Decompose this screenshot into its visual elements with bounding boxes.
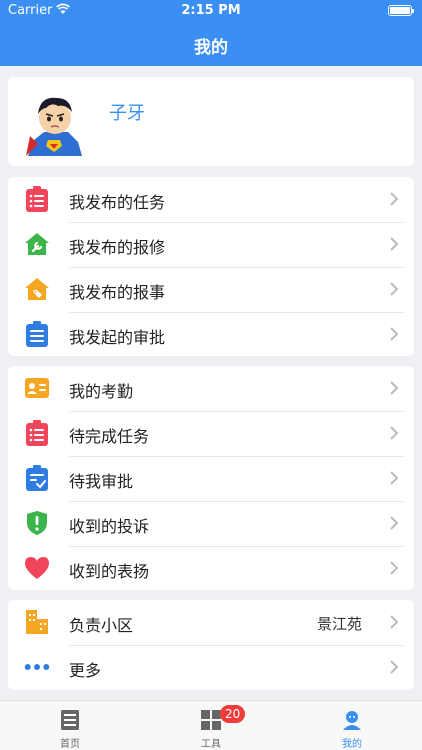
menu-item-my-reports[interactable]: 我发布的报事 bbox=[8, 267, 414, 312]
community-value: 景江苑 bbox=[316, 615, 362, 633]
grid-icon bbox=[201, 710, 221, 730]
user-icon bbox=[343, 711, 361, 730]
building-icon bbox=[24, 609, 50, 635]
tab-tools[interactable]: 20 工具 bbox=[141, 701, 281, 750]
chevron-right-icon bbox=[390, 282, 399, 296]
tab-home[interactable]: 首页 bbox=[0, 701, 140, 750]
id-card-icon bbox=[24, 375, 50, 401]
avatar bbox=[26, 97, 82, 156]
tab-label: 工具 bbox=[201, 739, 221, 750]
menu-item-label: 收到的投诉 bbox=[69, 517, 150, 536]
document-icon bbox=[61, 710, 79, 730]
clock: 2:15 PM bbox=[181, 3, 241, 18]
menu-item-label: 我的考勤 bbox=[69, 382, 134, 401]
menu-item-label: 待完成任务 bbox=[69, 427, 150, 446]
chevron-right-icon bbox=[390, 237, 399, 251]
chevron-right-icon bbox=[390, 615, 399, 629]
page-title: 我的 bbox=[194, 38, 228, 58]
my-work-menu: 我的考勤 待完成任务 待我审批 收到的投诉 收到的表扬 bbox=[8, 366, 414, 590]
my-published-menu: 我发布的任务 我发布的报修 我发布的报事 我发起的审批 bbox=[8, 177, 414, 356]
chevron-right-icon bbox=[390, 192, 399, 206]
more-dots-icon bbox=[24, 654, 50, 680]
chevron-right-icon bbox=[390, 381, 399, 395]
menu-item-label: 我发布的任务 bbox=[69, 193, 166, 212]
navigation-bar: Carrier 2:15 PM 我的 bbox=[0, 0, 422, 66]
chevron-right-icon bbox=[390, 660, 399, 674]
menu-item-label: 我发布的报事 bbox=[69, 283, 166, 302]
menu-item-label: 更多 bbox=[69, 661, 102, 680]
menu-item-complaints[interactable]: 收到的投诉 bbox=[8, 501, 414, 546]
menu-item-more[interactable]: 更多 bbox=[8, 645, 414, 690]
community-menu: 负责小区 景江苑 更多 bbox=[8, 600, 414, 690]
home-tag-icon bbox=[24, 276, 50, 302]
menu-item-attendance[interactable]: 我的考勤 bbox=[8, 366, 414, 411]
clipboard-check-icon bbox=[24, 465, 50, 491]
battery-icon bbox=[388, 5, 414, 16]
notification-badge: 20 bbox=[220, 705, 246, 723]
menu-item-label: 我发布的报修 bbox=[69, 238, 166, 257]
menu-item-pending-tasks[interactable]: 待完成任务 bbox=[8, 411, 414, 456]
menu-item-label: 负责小区 bbox=[69, 616, 134, 635]
menu-item-community[interactable]: 负责小区 景江苑 bbox=[8, 600, 414, 645]
tab-mine[interactable]: 我的 bbox=[282, 701, 422, 750]
tab-label: 首页 bbox=[60, 739, 80, 750]
menu-item-label: 收到的表扬 bbox=[69, 562, 150, 581]
menu-item-pending-approvals[interactable]: 待我审批 bbox=[8, 456, 414, 501]
chevron-right-icon bbox=[390, 561, 399, 575]
profile-card[interactable]: 子牙 bbox=[8, 77, 414, 166]
menu-item-label: 待我审批 bbox=[69, 472, 134, 491]
chevron-right-icon bbox=[390, 327, 399, 341]
tab-label: 我的 bbox=[342, 739, 362, 750]
shield-alert-icon bbox=[24, 510, 50, 536]
menu-item-my-approvals[interactable]: 我发起的审批 bbox=[8, 312, 414, 357]
chevron-right-icon bbox=[390, 426, 399, 440]
menu-item-label: 我发起的审批 bbox=[69, 328, 166, 347]
home-wrench-icon bbox=[24, 231, 50, 257]
heart-icon bbox=[24, 555, 50, 581]
menu-item-my-repairs[interactable]: 我发布的报修 bbox=[8, 222, 414, 267]
user-name: 子牙 bbox=[109, 103, 145, 124]
tab-bar: 首页 20 工具 我的 bbox=[0, 700, 422, 750]
task-list-icon bbox=[24, 186, 50, 212]
chevron-right-icon bbox=[390, 516, 399, 530]
menu-item-my-tasks[interactable]: 我发布的任务 bbox=[8, 177, 414, 222]
chevron-right-icon bbox=[390, 471, 399, 485]
clipboard-icon bbox=[24, 321, 50, 347]
task-list-icon bbox=[24, 420, 50, 446]
menu-item-praises[interactable]: 收到的表扬 bbox=[8, 546, 414, 591]
status-bar: Carrier 2:15 PM bbox=[0, 0, 422, 22]
